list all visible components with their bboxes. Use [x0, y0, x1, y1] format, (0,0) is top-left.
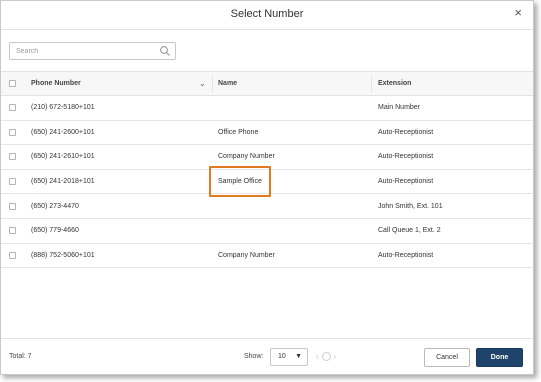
row-checkbox[interactable]	[9, 227, 16, 235]
prev-page-icon[interactable]: ‹	[316, 352, 319, 361]
row-checkbox-cell	[9, 145, 16, 169]
row-checkbox-cell	[9, 121, 16, 145]
phone-number-cell: (650) 241-2610+101	[31, 153, 95, 161]
caret-down-icon: ▼	[295, 353, 302, 360]
search-input[interactable]	[10, 43, 158, 59]
row-checkbox[interactable]	[9, 104, 16, 112]
extension-cell: Auto-Receptionist	[378, 128, 434, 136]
name-cell: Sample Office	[218, 178, 262, 186]
name-cell: Company Number	[218, 153, 275, 161]
row-checkbox-cell	[9, 244, 16, 268]
phone-number-cell: (650) 779-4660	[31, 227, 79, 235]
extension-cell: Main Number	[378, 104, 421, 112]
chevron-down-icon[interactable]: ⌄	[199, 72, 206, 95]
dialog-title: Select Number	[230, 8, 304, 20]
next-page-icon[interactable]: ›	[334, 352, 337, 361]
pagination: ‹ ›	[316, 352, 336, 361]
page-size-value: 10	[278, 353, 286, 360]
name-cell: Company Number	[218, 251, 275, 259]
extension-cell: Auto-Receptionist	[378, 153, 434, 161]
table-row[interactable]: (650) 241-2018+101 Sample Office Auto-Re…	[1, 169, 533, 195]
table-header: Phone Number ⌄ Name Extension	[1, 71, 533, 96]
row-checkbox[interactable]	[9, 178, 16, 186]
show-label: Show:	[244, 353, 264, 360]
table-row[interactable]: (888) 752-5060+101 Company Number Auto-R…	[1, 243, 533, 269]
row-checkbox-cell	[9, 194, 16, 218]
dialog-header: Select Number ×	[1, 1, 533, 30]
select-all-cell	[9, 72, 16, 95]
extension-cell: Auto-Receptionist	[378, 178, 434, 186]
table-row[interactable]: (210) 672-5180+101 Main Number	[1, 96, 533, 121]
numbers-table: Phone Number ⌄ Name Extension (210) 672-…	[1, 71, 533, 269]
table-row[interactable]: (650) 241-2600+101 Office Phone Auto-Rec…	[1, 120, 533, 146]
search-box[interactable]	[9, 42, 176, 60]
cancel-button[interactable]: Cancel	[424, 348, 470, 367]
row-checkbox-cell	[9, 219, 16, 243]
column-divider	[212, 76, 213, 92]
page-indicator-icon[interactable]	[321, 352, 331, 361]
table-row[interactable]: (650) 779-4660 Call Queue 1, Ext. 2	[1, 218, 533, 244]
phone-number-cell: (650) 241-2018+101	[31, 178, 95, 186]
column-divider	[371, 76, 372, 92]
column-header-name[interactable]: Name	[218, 72, 237, 95]
column-header-extension[interactable]: Extension	[378, 72, 411, 95]
phone-number-cell: (650) 273-4470	[31, 202, 79, 210]
close-icon[interactable]: ×	[514, 6, 522, 20]
phone-number-cell: (888) 752-5060+101	[31, 251, 95, 259]
page-size-select[interactable]: 10 ▼	[270, 348, 308, 366]
row-checkbox[interactable]	[9, 202, 16, 210]
row-checkbox[interactable]	[9, 128, 16, 136]
extension-cell: Auto-Receptionist	[378, 251, 434, 259]
phone-number-cell: (650) 241-2600+101	[31, 128, 95, 136]
total-count: Total: 7	[9, 353, 32, 360]
extension-cell: Call Queue 1, Ext. 2	[378, 227, 441, 235]
select-number-dialog: Select Number × Phone Number ⌄ Name Exte…	[0, 0, 534, 375]
column-header-phone[interactable]: Phone Number	[31, 72, 81, 95]
select-all-checkbox[interactable]	[9, 80, 16, 87]
row-checkbox[interactable]	[9, 251, 16, 259]
name-cell: Office Phone	[218, 128, 259, 136]
dialog-footer: Total: 7 Show: 10 ▼ ‹ › Cancel Done	[1, 338, 533, 374]
table-row[interactable]: (650) 273-4470 John Smith, Ext. 101	[1, 194, 533, 219]
search-icon[interactable]	[159, 45, 171, 57]
row-checkbox-cell	[9, 96, 16, 120]
table-row[interactable]: (650) 241-2610+101 Company Number Auto-R…	[1, 145, 533, 170]
row-checkbox[interactable]	[9, 153, 16, 161]
row-checkbox-cell	[9, 170, 16, 194]
extension-cell: John Smith, Ext. 101	[378, 202, 443, 210]
phone-number-cell: (210) 672-5180+101	[31, 104, 95, 112]
done-button[interactable]: Done	[476, 348, 523, 367]
